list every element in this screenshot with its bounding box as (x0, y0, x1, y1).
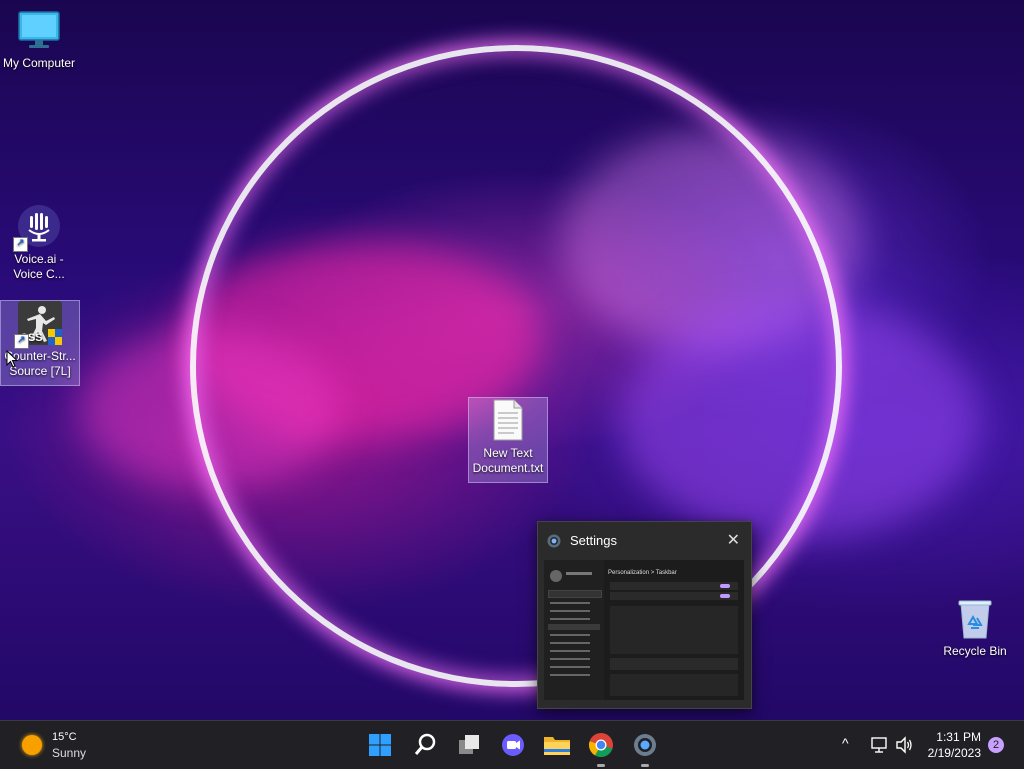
chrome-icon (589, 733, 613, 757)
desktop-icon-label: My Computer (2, 56, 76, 70)
settings-window-thumbnail[interactable]: Settings ✕ Personalization > Taskbar (537, 521, 752, 709)
monitor-icon (17, 8, 61, 52)
notification-badge[interactable]: 2 (988, 737, 1004, 753)
shortcut-arrow-icon: ↗ (13, 237, 28, 252)
preview-heading: Personalization > Taskbar (608, 570, 677, 576)
thumbnail-close-button[interactable]: ✕ (727, 530, 740, 550)
settings-preview: Personalization > Taskbar (544, 560, 744, 700)
search-button[interactable] (409, 729, 441, 761)
chat-icon (502, 734, 524, 756)
recycle-bin-icon (953, 596, 997, 640)
tray-overflow-chevron-icon[interactable]: ^ (842, 735, 849, 751)
weather-temp: 15°C (52, 731, 77, 743)
folder-icon (544, 737, 570, 755)
weather-widget[interactable]: 15°C Sunny (14, 729, 104, 761)
settings-gear-icon (546, 533, 562, 554)
text-file-icon (486, 398, 530, 442)
volume-icon[interactable] (894, 735, 914, 760)
start-button[interactable] (364, 729, 396, 761)
shortcut-arrow-icon: ↗ (14, 334, 29, 349)
mouse-cursor-icon (6, 350, 18, 368)
network-icon[interactable] (870, 735, 890, 760)
desktop-icon-recycle-bin[interactable]: Recycle Bin (936, 596, 1014, 659)
running-indicator (597, 764, 605, 767)
chat-button[interactable] (497, 729, 529, 761)
desktop-icon-voice-ai[interactable]: ↗ Voice.ai - Voice C... (0, 204, 78, 282)
desktop-icon-new-text-document[interactable]: New Text Document.txt (468, 397, 548, 483)
clock-date[interactable]: 2/19/2023 (916, 746, 981, 760)
desktop-icon-label: New Text Document.txt (472, 446, 544, 475)
running-indicator (641, 764, 649, 767)
weather-condition: Sunny (52, 746, 87, 760)
preview-sidebar (544, 560, 604, 700)
desktop-icon-counter-strike[interactable]: CSS ↗ Counter-Str... Source [7L] (0, 300, 80, 386)
search-icon (414, 733, 436, 755)
task-view-button[interactable] (453, 729, 485, 761)
settings-icon (634, 734, 656, 756)
chrome-button[interactable] (585, 729, 617, 767)
thumbnail-title: Settings (570, 533, 617, 548)
settings-button[interactable] (629, 729, 661, 767)
windows-logo-icon (369, 734, 391, 756)
taskbar: 15°C Sunny ^ 1:31 PM 2/19/2023 2 (0, 720, 1024, 769)
clock-time[interactable]: 1:31 PM (920, 730, 981, 744)
desktop-icon-label: Voice.ai - Voice C... (13, 252, 65, 281)
counter-strike-icon: CSS ↗ (14, 301, 62, 349)
desktop-icon-my-computer[interactable]: My Computer (0, 8, 78, 71)
task-view-icon (459, 735, 479, 754)
sun-icon (22, 735, 42, 755)
file-explorer-button[interactable] (541, 729, 573, 761)
desktop-icon-label: Recycle Bin (943, 644, 1007, 658)
desktop-wallpaper (0, 0, 1024, 720)
voice-ai-icon: ↗ (13, 204, 61, 252)
